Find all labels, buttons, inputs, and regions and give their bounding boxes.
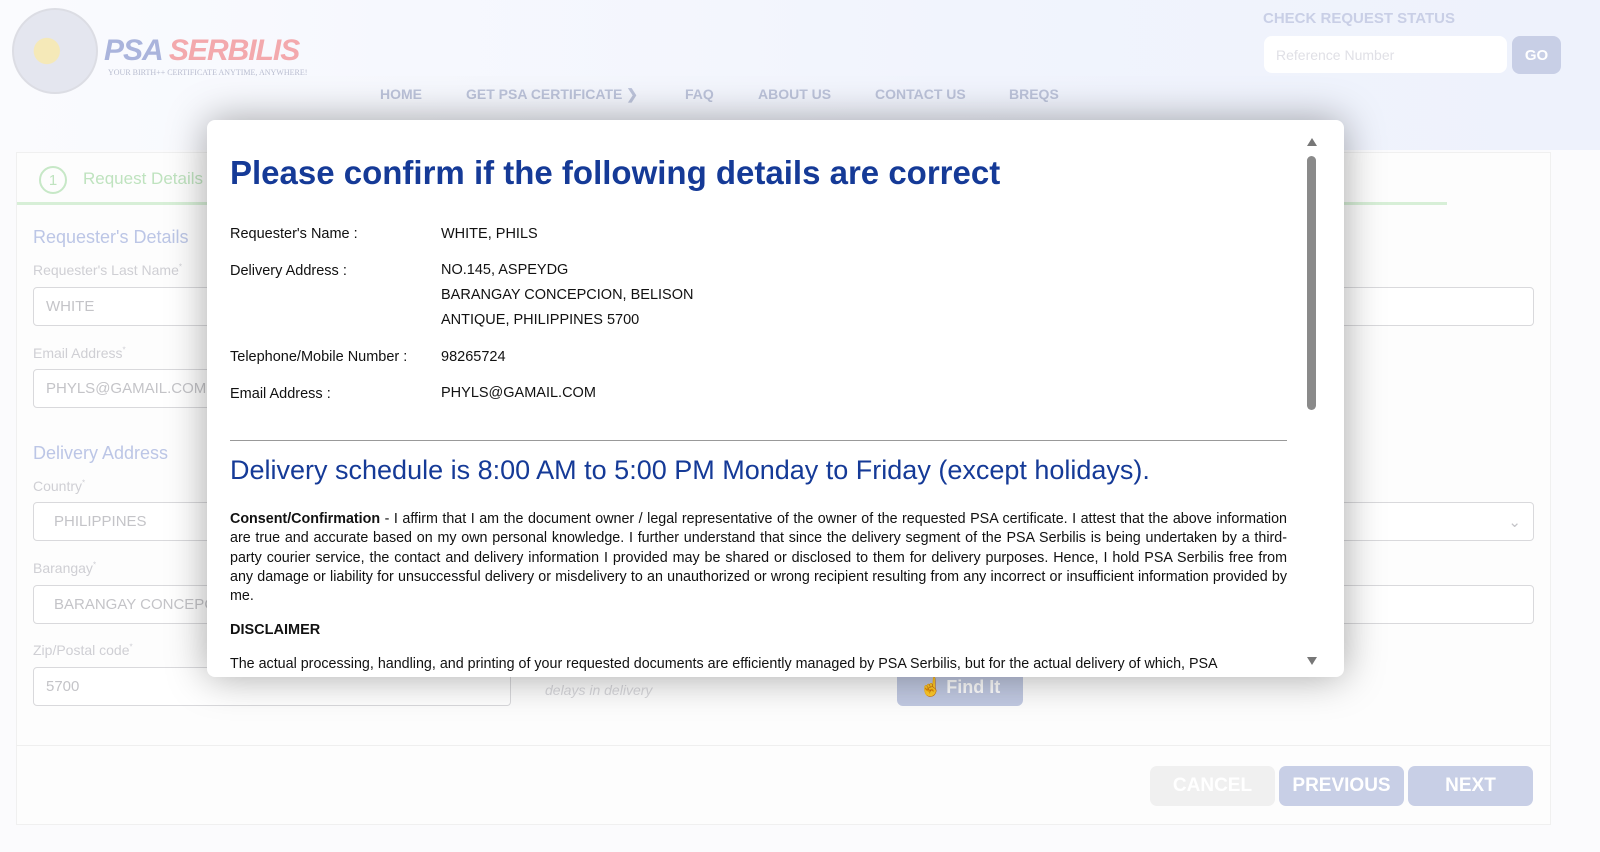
nav-home[interactable]: HOME: [380, 86, 422, 102]
logo-wordmark: PSA SERBILIS: [104, 34, 300, 68]
delivery-address-line-3: ANTIQUE, PHILIPPINES 5700: [441, 312, 640, 328]
delivery-schedule: Delivery schedule is 8:00 AM to 5:00 PM …: [230, 455, 1150, 485]
modal-content: Please confirm if the following details …: [230, 120, 1287, 677]
zip-label: Zip/Postal code*: [33, 642, 133, 658]
psa-seal-logo: [12, 8, 98, 94]
divider: [16, 745, 1551, 746]
go-button[interactable]: GO: [1512, 36, 1561, 74]
divider: [230, 440, 1287, 441]
country-label: Country*: [33, 478, 86, 494]
nav-get-psa-certificate[interactable]: GET PSA CERTIFICATE ❯: [466, 86, 638, 103]
scroll-down-arrow-icon[interactable]: [1307, 657, 1317, 665]
phone-value: 98265724: [441, 349, 506, 365]
find-it-label: Find It: [946, 676, 1001, 697]
delivery-address-label: Delivery Address :: [230, 263, 347, 279]
consent-title: Consent/Confirmation: [230, 511, 381, 527]
last-name-label: Requester's Last Name*: [33, 262, 182, 278]
next-button[interactable]: NEXT: [1408, 766, 1533, 806]
nav-about-us[interactable]: ABOUT US: [758, 86, 831, 102]
nav-contact-us[interactable]: CONTACT US: [875, 86, 966, 102]
logo-psa: PSA: [104, 34, 163, 67]
check-status-title: CHECK REQUEST STATUS: [1263, 10, 1455, 27]
disclaimer-text: The actual processing, handling, and pri…: [230, 656, 1218, 672]
modal-scrollbar[interactable]: [1304, 134, 1320, 674]
cancel-button[interactable]: CANCEL: [1150, 766, 1275, 806]
nav-label: GET PSA CERTIFICATE: [466, 86, 623, 102]
delivery-address-line-2: BARANGAY CONCEPCION, BELISON: [441, 287, 694, 303]
chevron-down-icon: ⌄: [1508, 514, 1521, 531]
delivery-hint: delays in delivery: [545, 682, 653, 698]
consent-paragraph: Consent/Confirmation - I affirm that I a…: [230, 510, 1287, 606]
email-label: Email Address :: [230, 386, 331, 402]
street-input[interactable]: [1330, 585, 1534, 624]
requester-name-label: Requester's Name :: [230, 226, 358, 242]
chevron-down-icon: ❯: [626, 86, 638, 102]
nav-breqs[interactable]: BREQS: [1009, 86, 1059, 102]
psa-serbilis-logo[interactable]: PSA SERBILIS YOUR BIRTH++ CERTIFICATE AN…: [12, 8, 322, 98]
scroll-up-arrow-icon[interactable]: [1307, 138, 1317, 146]
pointer-hand-icon: ☝: [919, 676, 943, 697]
requester-name-value: WHITE, PHILS: [441, 226, 538, 242]
reference-number-input[interactable]: [1264, 36, 1507, 73]
confirm-details-modal: Please confirm if the following details …: [207, 120, 1344, 677]
consent-text: - I affirm that I am the document owner …: [230, 511, 1287, 605]
email-value: PHYLS@GAMAIL.COM: [441, 385, 596, 401]
disclaimer-title: DISCLAIMER: [230, 622, 321, 638]
barangay-label: Barangay*: [33, 560, 97, 576]
step-number: 1: [39, 166, 67, 194]
phone-label: Telephone/Mobile Number :: [230, 349, 408, 365]
first-name-input[interactable]: [1330, 287, 1534, 326]
logo-serbilis: SERBILIS: [168, 34, 300, 67]
province-select[interactable]: ⌄: [1330, 502, 1534, 541]
logo-tagline: YOUR BIRTH++ CERTIFICATE ANYTIME, ANYWHE…: [108, 68, 308, 77]
requester-section-title: Requester's Details: [33, 227, 189, 247]
delivery-section-title: Delivery Address: [33, 443, 169, 463]
previous-button[interactable]: PREVIOUS: [1279, 766, 1404, 806]
nav-faq[interactable]: FAQ: [685, 86, 714, 102]
step-label: Request Details: [83, 169, 204, 188]
delivery-address-line-1: NO.145, ASPEYDG: [441, 262, 569, 278]
modal-title: Please confirm if the following details …: [230, 154, 1001, 191]
email-label: Email Address*: [33, 345, 126, 361]
scrollbar-thumb[interactable]: [1307, 156, 1316, 410]
